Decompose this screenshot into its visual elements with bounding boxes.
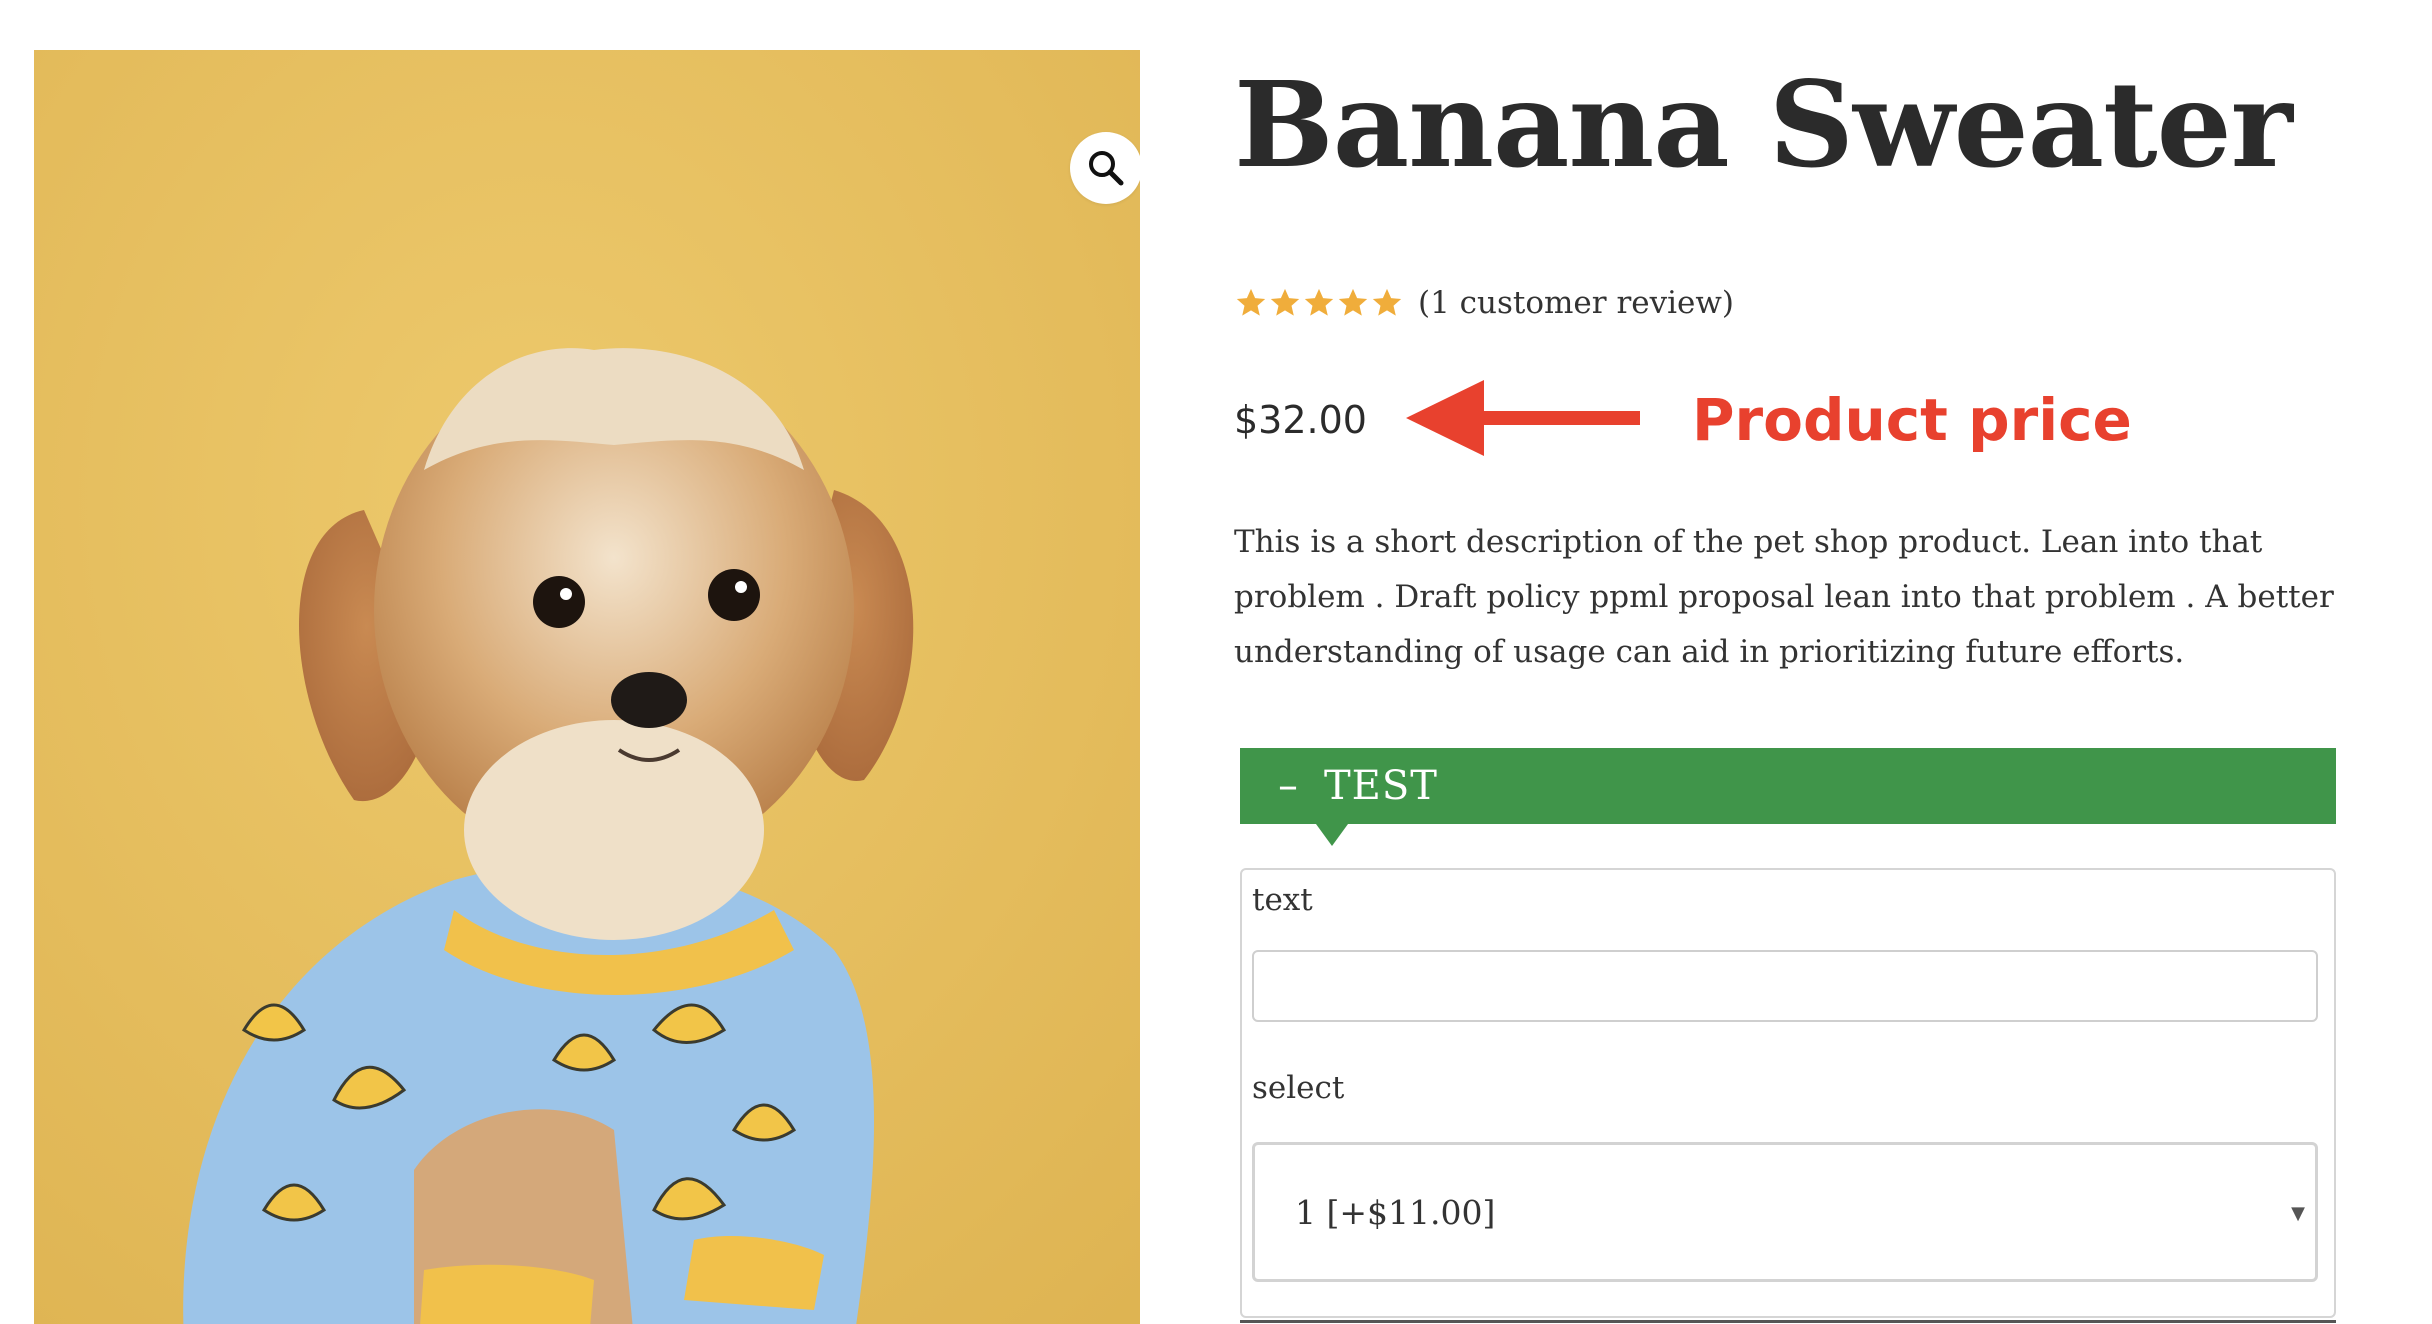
- collapse-minus-icon: –: [1278, 763, 1298, 809]
- product-image[interactable]: [34, 50, 1140, 1324]
- star-icon: [1270, 288, 1300, 316]
- product-short-description: This is a short description of the pet s…: [1234, 524, 2334, 670]
- options-section-toggle[interactable]: – TEST: [1240, 748, 2336, 824]
- zoom-button[interactable]: [1070, 132, 1140, 204]
- search-icon: [1089, 151, 1124, 186]
- text-field-input[interactable]: [1252, 950, 2318, 1022]
- price-annotation-label: Product price: [1692, 386, 2132, 454]
- options-panel: text select 1 [+$11.00] ▼: [1240, 868, 2336, 1318]
- options-section-title: TEST: [1324, 763, 1438, 809]
- product-title: Banana Sweater: [1234, 55, 2293, 194]
- select-selected-value: 1 [+$11.00]: [1295, 1192, 1496, 1232]
- star-icon: [1236, 288, 1266, 316]
- arrow-left-icon: [1406, 380, 1640, 456]
- dropdown-caret-icon: ▼: [2291, 1203, 2305, 1224]
- product-rating: (1 customer review): [1234, 280, 1734, 326]
- star-icon: [1372, 288, 1402, 316]
- star-rating: [1234, 286, 1404, 320]
- review-count-link[interactable]: (1 customer review): [1418, 285, 1734, 321]
- star-icon: [1304, 288, 1334, 316]
- text-field-label: text: [1252, 882, 1313, 918]
- select-field-label: select: [1252, 1070, 1345, 1106]
- divider: [1240, 1320, 2336, 1323]
- product-page: Banana Sweater (1 customer review) $32.0…: [0, 0, 2432, 1324]
- dog-photo: [34, 50, 1140, 1324]
- accordion-pointer: [1316, 824, 1348, 846]
- select-field-dropdown[interactable]: 1 [+$11.00] ▼: [1252, 1142, 2318, 1282]
- product-price: $32.00: [1234, 398, 1367, 442]
- star-icon: [1338, 288, 1368, 316]
